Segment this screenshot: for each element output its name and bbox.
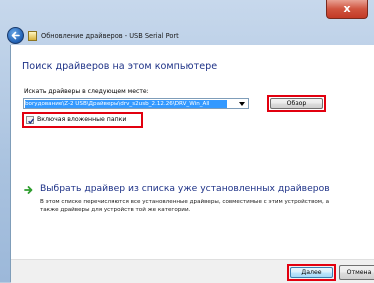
include-subfolders-checkbox[interactable] — [26, 116, 34, 124]
page-heading: Поиск драйверов на этом компьютере — [22, 61, 218, 72]
checkmark-icon — [28, 118, 34, 124]
browse-button[interactable]: Обзор — [270, 98, 323, 109]
back-button[interactable] — [7, 27, 24, 44]
include-subfolders-highlight: Включая вложенные папки — [22, 112, 143, 128]
wizard-content: Поиск драйверов на этом компьютере Искат… — [10, 45, 374, 283]
include-subfolders-label[interactable]: Включая вложенные папки — [37, 116, 126, 124]
title-bar: x Обновление драйверов - USB Serial Port — [0, 0, 374, 44]
driver-icon — [28, 31, 37, 41]
driver-update-window: x Обновление драйверов - USB Serial Port… — [0, 0, 374, 283]
dropdown-arrow-icon[interactable] — [239, 102, 245, 106]
window-title: Обновление драйверов - USB Serial Port — [41, 32, 179, 40]
pick-from-list-link[interactable]: Выбрать драйвер из списка уже установлен… — [40, 183, 330, 194]
path-input[interactable]: borудование\Z-2 USB\Драйверы\drv_s2usb_2… — [25, 100, 227, 108]
green-arrow-icon — [24, 186, 33, 194]
close-button[interactable]: x — [326, 0, 368, 19]
path-combobox[interactable]: borудование\Z-2 USB\Драйверы\drv_s2usb_2… — [23, 98, 249, 109]
wizard-footer: Далее Отмена — [11, 259, 374, 283]
browse-button-highlight: Обзор — [267, 95, 326, 112]
back-arrow-icon — [11, 31, 20, 40]
path-label: Искать драйверы в следующем месте: — [24, 88, 149, 95]
pick-from-list-description: В этом списке перечисляются все установл… — [40, 199, 329, 213]
next-button-highlight: Далее — [287, 264, 336, 281]
cancel-button[interactable]: Отмена — [339, 265, 374, 280]
next-button[interactable]: Далее — [290, 267, 333, 278]
